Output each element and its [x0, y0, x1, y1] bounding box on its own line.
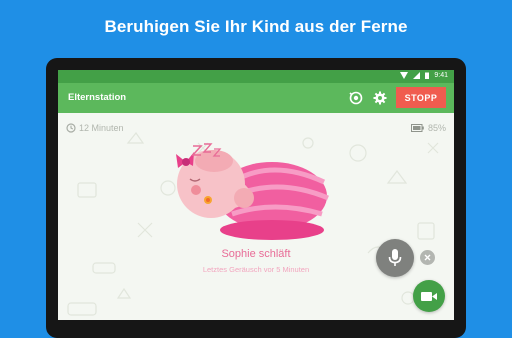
video-camera-icon	[421, 292, 437, 301]
video-button[interactable]	[413, 280, 445, 312]
settings-gear-icon[interactable]	[372, 90, 388, 106]
last-noise-text: Letztes Geräusch vor 5 Minuten	[202, 265, 310, 274]
noise-monitor-icon[interactable]	[348, 90, 364, 106]
elapsed-time: 12 Minuten	[66, 123, 124, 133]
close-icon	[424, 254, 431, 261]
battery-level-icon	[410, 124, 424, 132]
app-title: Elternstation	[68, 92, 127, 103]
microphone-icon	[388, 249, 402, 266]
system-status-bar: 9:41	[58, 70, 454, 83]
battery-percent: 85%	[427, 123, 446, 133]
signal-icon	[413, 72, 421, 79]
battery-icon	[425, 72, 430, 79]
clock-icon	[66, 123, 76, 133]
talk-microphone-button[interactable]	[376, 239, 414, 277]
elapsed-time-label: 12 Minuten	[79, 123, 124, 133]
status-time: 9:41	[434, 72, 448, 79]
stop-button[interactable]: STOPP	[396, 87, 446, 108]
close-talk-button[interactable]	[420, 250, 435, 265]
marketing-headline: Beruhigen Sie Ihr Kind aus der Ferne	[104, 17, 408, 36]
baby-sleep-status: Sophie schläft	[221, 248, 291, 260]
sleep-zzz-icon	[192, 143, 222, 157]
app-toolbar: Elternstation STOPP	[58, 83, 454, 113]
device-battery: 85%	[410, 123, 446, 133]
wifi-icon	[400, 72, 409, 79]
sleeping-baby-illustration	[176, 150, 329, 240]
